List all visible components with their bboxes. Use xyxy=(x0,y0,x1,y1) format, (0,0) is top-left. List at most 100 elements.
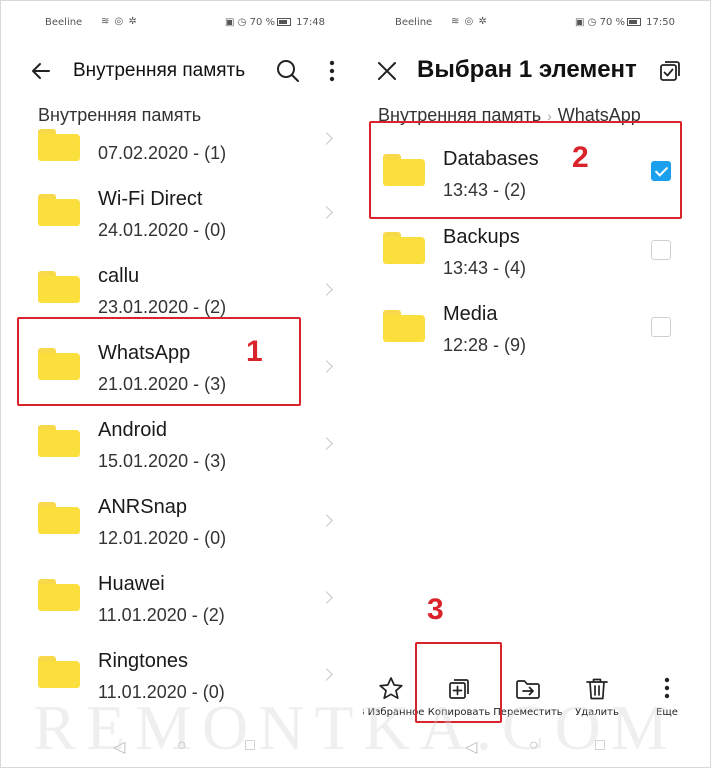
step-number-2: 2 xyxy=(572,141,589,174)
list-item-folder-whatsapp[interactable]: WhatsApp 21.01.2020 - (3) xyxy=(13,329,353,406)
breadcrumb-root[interactable]: Внутренняя память xyxy=(378,105,541,125)
breadcrumb-root[interactable]: Внутренняя память xyxy=(38,105,201,125)
more-vert-icon[interactable] xyxy=(318,57,346,85)
favorite-label: В Избранное xyxy=(363,707,425,718)
bottom-action-bar: В Избранное Копировать Переместить Удали… xyxy=(363,671,703,731)
list-item-folder[interactable]: Android 15.01.2020 - (3) xyxy=(13,406,353,483)
select-checkbox[interactable] xyxy=(651,240,671,260)
back-arrow-icon[interactable] xyxy=(27,57,55,85)
folder-name: callu xyxy=(98,265,140,287)
folder-meta: 07.02.2020 - (1) xyxy=(98,143,227,163)
folder-icon xyxy=(38,348,80,380)
folder-icon xyxy=(383,310,425,342)
battery-icon xyxy=(276,18,291,26)
nav-home-icon[interactable]: ○ xyxy=(529,737,543,754)
more-vert-icon xyxy=(653,675,681,703)
nav-recent-icon[interactable]: □ xyxy=(595,737,609,754)
battery-icon xyxy=(626,18,641,26)
carrier-name: Beeline xyxy=(395,17,433,28)
breadcrumb[interactable]: Внутренняя память › WhatsApp xyxy=(378,105,641,126)
chevron-right-icon xyxy=(320,514,333,527)
folder-meta: 12:28 - (9) xyxy=(443,335,527,355)
breadcrumb[interactable]: Внутренняя память xyxy=(38,105,201,126)
folder-meta: 11.01.2020 - (0) xyxy=(98,682,225,702)
copy-label: Копировать xyxy=(427,707,491,718)
app-bar: Внутренняя память xyxy=(13,47,353,95)
folder-name: Backups xyxy=(443,226,520,248)
more-button[interactable]: Еще xyxy=(631,671,703,727)
list-item-folder[interactable]: Wi-Fi Direct 24.01.2020 - (0) xyxy=(13,175,353,252)
system-nav-bar: ◁ ○ □ xyxy=(363,733,703,757)
folder-name: Android xyxy=(98,419,167,441)
star-icon xyxy=(377,675,405,703)
list-item-folder-media[interactable]: Media 12:28 - (9) xyxy=(363,291,703,368)
status-right: ▣ ◷ 70 % 17:50 xyxy=(575,17,675,28)
folder-icon xyxy=(383,232,425,264)
folder-meta: 23.01.2020 - (2) xyxy=(98,297,227,317)
alarm-icon: ◷ xyxy=(587,17,597,28)
folder-meta: 13:43 - (2) xyxy=(443,180,527,200)
move-button[interactable]: Переместить xyxy=(492,671,564,727)
page-title: Выбран 1 элемент xyxy=(417,56,637,83)
status-bar: Beeline ≋ ◎ ✲ ▣ ◷ 70 % 17:50 xyxy=(363,15,703,33)
folder-name: ANRSnap xyxy=(98,496,187,518)
folder-name: Wi-Fi Direct xyxy=(98,188,203,210)
folder-icon xyxy=(38,194,80,226)
select-checkbox[interactable] xyxy=(651,317,671,337)
chevron-right-icon xyxy=(320,206,333,219)
chevron-right-icon xyxy=(320,132,333,145)
page-title: Внутренняя память xyxy=(73,60,246,81)
move-label: Переместить xyxy=(493,707,563,718)
status-bar: Beeline ≋ ◎ ✲ ▣ ◷ 70 % 17:48 xyxy=(13,15,353,33)
chevron-right-icon xyxy=(320,591,333,604)
favorite-button[interactable]: В Избранное xyxy=(363,671,427,727)
list-item-folder[interactable]: Ringtones 11.01.2020 - (0) xyxy=(13,637,353,714)
select-checkbox[interactable] xyxy=(651,161,671,181)
list-item-folder[interactable]: Huawei 11.01.2020 - (2) xyxy=(13,560,353,637)
battery-percent: 70 % xyxy=(599,17,625,28)
list-item-folder-databases[interactable]: Databases 13:43 - (2) xyxy=(363,137,703,214)
folder-name: Media xyxy=(443,303,498,325)
folder-icon xyxy=(38,129,80,161)
folder-icon xyxy=(38,502,80,534)
folder-name: Ringtones xyxy=(98,650,189,672)
folder-icon xyxy=(383,154,425,186)
select-all-icon[interactable] xyxy=(656,57,684,85)
list-item-folder[interactable]: ANRSnap 12.01.2020 - (0) xyxy=(13,483,353,560)
battery-percent: 70 % xyxy=(249,17,275,28)
nfc-icon: ▣ xyxy=(575,17,585,28)
nav-back-icon[interactable]: ◁ xyxy=(113,737,127,756)
search-icon[interactable] xyxy=(274,57,302,85)
nav-home-icon[interactable]: ○ xyxy=(177,737,191,754)
alarm-icon: ◷ xyxy=(237,17,247,28)
trash-icon xyxy=(583,675,611,703)
network-icons: ≋ ◎ ✲ xyxy=(101,16,138,27)
chevron-right-icon xyxy=(320,360,333,373)
list-item-folder-backups[interactable]: Backups 13:43 - (4) xyxy=(363,214,703,291)
breadcrumb-current[interactable]: WhatsApp xyxy=(558,105,641,125)
folder-meta: 15.01.2020 - (3) xyxy=(98,451,227,471)
folder-name: Databases xyxy=(443,148,539,170)
close-icon[interactable] xyxy=(373,57,401,85)
copy-button[interactable]: Копировать xyxy=(423,671,495,727)
step-number-3: 3 xyxy=(427,593,444,626)
folder-icon xyxy=(38,579,80,611)
move-folder-icon xyxy=(514,675,542,703)
nav-recent-icon[interactable]: □ xyxy=(245,737,259,754)
chevron-right-icon xyxy=(320,668,333,681)
system-nav-bar: ◁ ○ □ xyxy=(13,733,353,757)
carrier-name: Beeline xyxy=(45,17,83,28)
folder-meta: 21.01.2020 - (3) xyxy=(98,374,227,394)
delete-button[interactable]: Удалить xyxy=(561,671,633,727)
status-right: ▣ ◷ 70 % 17:48 xyxy=(225,17,325,28)
folder-name: WhatsApp xyxy=(98,342,191,364)
nfc-icon: ▣ xyxy=(225,17,235,28)
nav-back-icon[interactable]: ◁ xyxy=(465,737,479,756)
clock: 17:48 xyxy=(296,17,325,28)
folder-icon xyxy=(38,656,80,688)
clock: 17:50 xyxy=(646,17,675,28)
folder-icon xyxy=(38,271,80,303)
copy-icon xyxy=(445,675,473,703)
folder-meta: 24.01.2020 - (0) xyxy=(98,220,227,240)
list-item-folder[interactable]: callu 23.01.2020 - (2) xyxy=(13,252,353,329)
